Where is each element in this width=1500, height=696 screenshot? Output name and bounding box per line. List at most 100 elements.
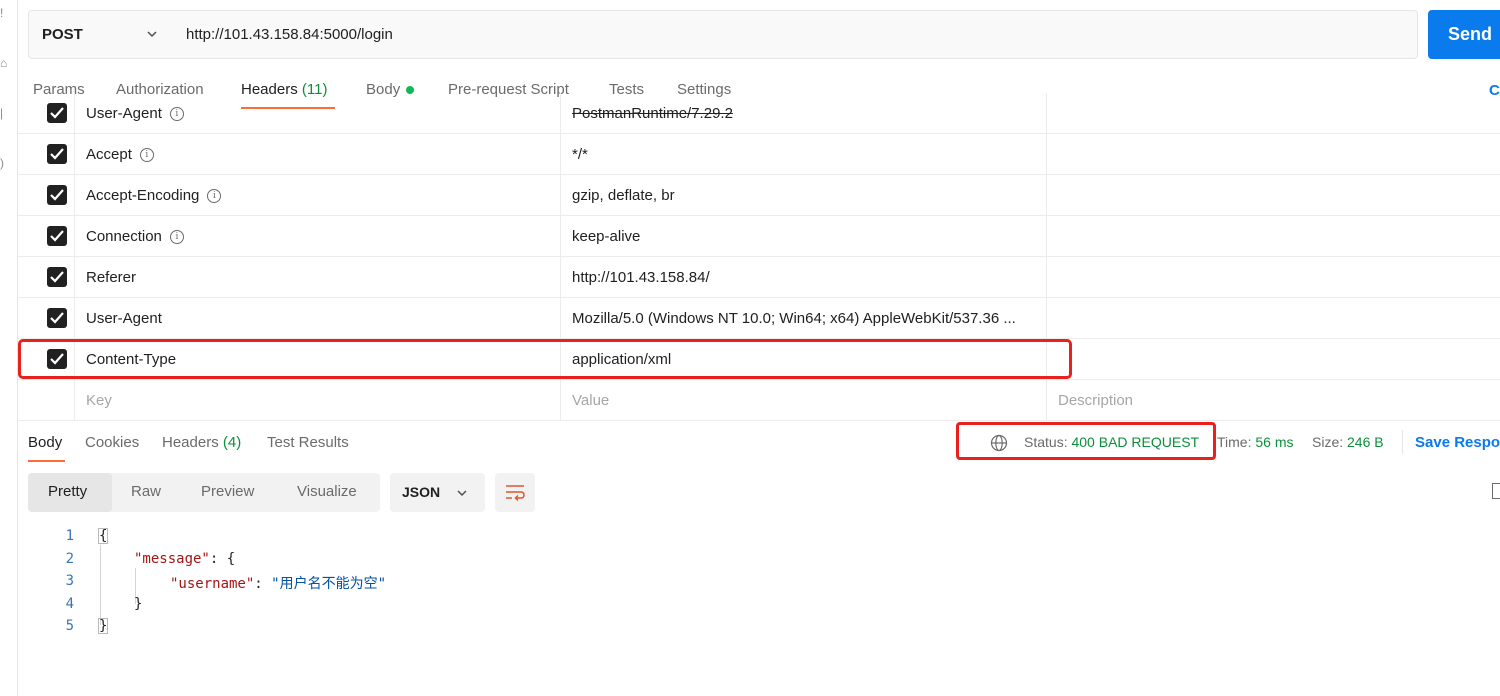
- line-number: 1: [65, 528, 74, 544]
- description-cell[interactable]: [1047, 175, 1500, 215]
- chevron-down-icon: [457, 490, 467, 497]
- value-cell: Mozilla/5.0 (Windows NT 10.0; Win64; x64…: [561, 298, 1047, 338]
- table-row: Referer http://101.43.158.84/: [18, 257, 1500, 298]
- response-size[interactable]: Size: 246 B: [1312, 434, 1384, 450]
- header-key[interactable]: Connection i: [86, 228, 184, 245]
- description-cell[interactable]: [1047, 298, 1500, 338]
- response-tab-body[interactable]: Body: [28, 434, 62, 451]
- checkbox[interactable]: [47, 267, 67, 287]
- key-input[interactable]: Key: [86, 392, 112, 409]
- copy-icon[interactable]: [1492, 483, 1500, 499]
- header-value[interactable]: PostmanRuntime/7.29.2: [572, 105, 733, 122]
- divider: [1402, 430, 1403, 454]
- header-value[interactable]: gzip, deflate, br: [572, 187, 675, 204]
- key-cell: User-Agent i: [75, 93, 561, 133]
- code-brace: }: [98, 618, 109, 634]
- description-cell[interactable]: [1047, 257, 1500, 297]
- status-label: Status:: [1024, 434, 1068, 450]
- info-icon[interactable]: i: [169, 107, 184, 122]
- header-key[interactable]: Content-Type: [86, 351, 176, 368]
- left-sidebar-rail: ! ⌂ | ): [0, 0, 18, 696]
- header-value[interactable]: Mozilla/5.0 (Windows NT 10.0; Win64; x64…: [572, 310, 1016, 327]
- view-raw[interactable]: Raw: [131, 483, 161, 500]
- tab-label: Body: [28, 434, 63, 451]
- table-row-new: Key Value Description: [18, 380, 1500, 421]
- tab-label: Cookies: [85, 434, 140, 451]
- method-label: POST: [42, 26, 83, 43]
- checkbox-cell: [18, 216, 75, 256]
- view-visualize[interactable]: Visualize: [297, 483, 357, 500]
- checkbox[interactable]: [47, 103, 67, 123]
- checkbox-cell: [18, 175, 75, 215]
- value-cell: */*: [561, 134, 1047, 174]
- rail-icon[interactable]: ): [0, 156, 8, 170]
- method-select[interactable]: POST: [28, 10, 173, 59]
- response-time[interactable]: Time: 56 ms: [1217, 434, 1294, 450]
- header-key[interactable]: Accept-Encoding i: [86, 187, 222, 204]
- view-mode-selector: Pretty Raw Preview Visualize: [28, 473, 380, 512]
- description-cell[interactable]: [1047, 134, 1500, 174]
- description-cell[interactable]: [1047, 216, 1500, 256]
- wrap-lines-button[interactable]: [495, 473, 535, 512]
- response-status[interactable]: Status: 400 BAD REQUEST: [1024, 434, 1199, 450]
- table-row: Content-Type application/xml: [18, 339, 1500, 380]
- size-label: Size:: [1312, 434, 1344, 450]
- value-cell: PostmanRuntime/7.29.2: [561, 93, 1047, 133]
- info-icon[interactable]: i: [169, 230, 184, 245]
- header-value[interactable]: application/xml: [572, 351, 671, 368]
- rail-icon[interactable]: !: [0, 6, 8, 20]
- checkbox[interactable]: [47, 185, 67, 205]
- code-punct: : {: [209, 551, 236, 567]
- view-pretty[interactable]: Pretty: [48, 483, 87, 500]
- info-icon[interactable]: i: [207, 189, 222, 204]
- response-tab-cookies[interactable]: Cookies: [85, 434, 139, 451]
- rail-icon[interactable]: ⌂: [0, 56, 8, 70]
- table-row: Connection i keep-alive: [18, 216, 1500, 257]
- format-select[interactable]: JSON: [390, 473, 485, 512]
- checkbox[interactable]: [47, 144, 67, 164]
- description-input[interactable]: Description: [1058, 392, 1133, 409]
- view-preview[interactable]: Preview: [201, 483, 254, 500]
- header-key[interactable]: Accept i: [86, 146, 154, 163]
- value-cell: keep-alive: [561, 216, 1047, 256]
- description-cell[interactable]: [1047, 339, 1500, 379]
- description-cell[interactable]: [1047, 93, 1500, 133]
- header-key-text: Accept: [86, 146, 132, 163]
- tab-label: Headers: [162, 434, 219, 451]
- header-key[interactable]: User-Agent: [86, 310, 162, 327]
- description-cell: Description: [1047, 380, 1500, 420]
- line-number: 5: [65, 618, 74, 634]
- info-icon[interactable]: i: [139, 148, 154, 163]
- globe-icon[interactable]: [990, 434, 1008, 452]
- response-tab-test-results[interactable]: Test Results: [267, 434, 349, 451]
- url-input[interactable]: http://101.43.158.84:5000/login: [172, 10, 1418, 59]
- json-string-value: "用户名不能为空": [271, 576, 387, 592]
- rail-icon[interactable]: |: [0, 106, 8, 120]
- code-brace: {: [98, 528, 109, 544]
- header-value[interactable]: http://101.43.158.84/: [572, 269, 710, 286]
- checkbox-cell: [18, 380, 75, 420]
- line-number: 4: [65, 596, 74, 612]
- json-key: "username": [170, 576, 255, 592]
- code-brace: }: [134, 596, 143, 612]
- header-value[interactable]: */*: [572, 146, 588, 163]
- header-value[interactable]: keep-alive: [572, 228, 640, 245]
- table-row: User-Agent Mozilla/5.0 (Windows NT 10.0;…: [18, 298, 1500, 339]
- response-tab-headers[interactable]: Headers (4): [162, 434, 241, 451]
- tab-label: Test Results: [267, 434, 349, 451]
- key-cell: Key: [75, 380, 561, 420]
- format-label: JSON: [402, 484, 441, 500]
- checkbox-cell: [18, 134, 75, 174]
- table-row: Accept i */*: [18, 134, 1500, 175]
- header-key[interactable]: Referer: [86, 269, 136, 286]
- line-number: 3: [65, 573, 74, 589]
- value-input[interactable]: Value: [572, 392, 609, 409]
- key-cell: Referer: [75, 257, 561, 297]
- save-response-button[interactable]: Save Respo: [1415, 434, 1500, 451]
- send-button[interactable]: Send: [1428, 10, 1500, 59]
- checkbox[interactable]: [47, 308, 67, 328]
- checkbox[interactable]: [47, 226, 67, 246]
- checkbox[interactable]: [47, 349, 67, 369]
- header-key[interactable]: User-Agent i: [86, 105, 184, 122]
- checkbox-cell: [18, 298, 75, 338]
